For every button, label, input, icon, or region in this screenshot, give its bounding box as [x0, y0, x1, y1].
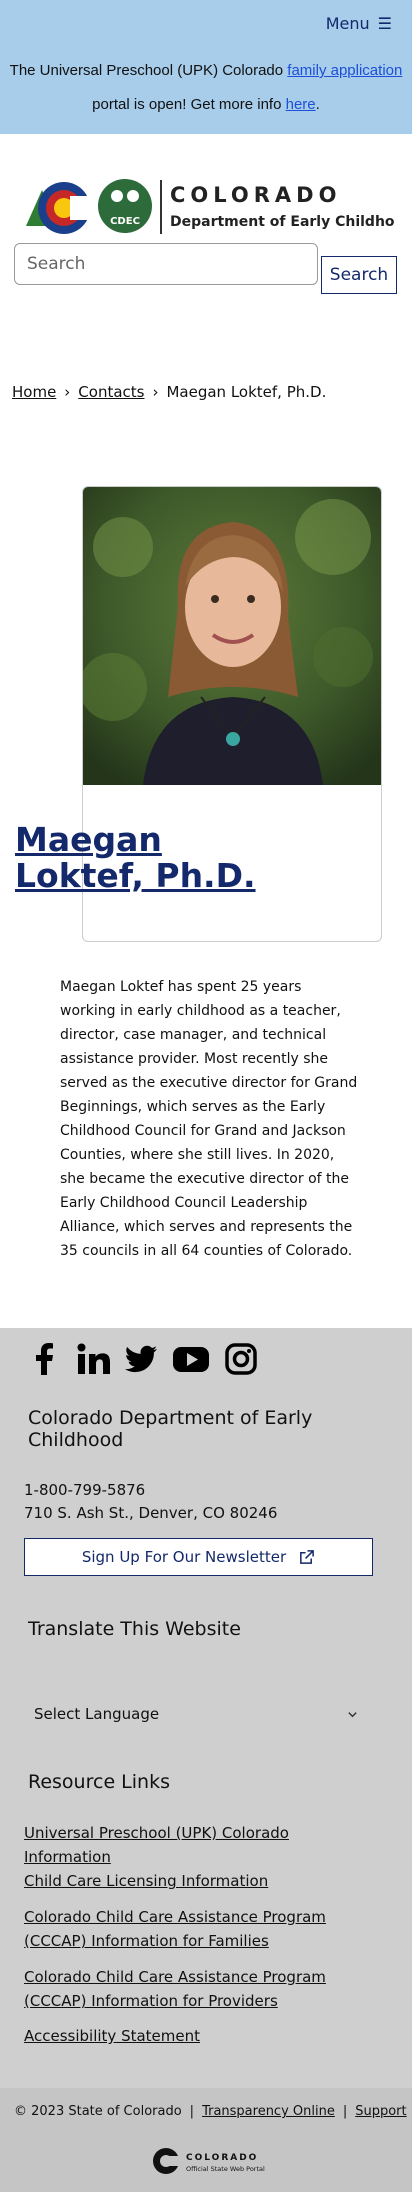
alert-text-part2: portal is open! Get more info [92, 96, 282, 113]
newsletter-label: Sign Up For Our Newsletter [81, 1548, 287, 1566]
search-placeholder: Search [27, 254, 86, 274]
social-links [28, 1342, 258, 1376]
newsletter-button[interactable]: Sign Up For Our Newsletter [24, 1538, 373, 1576]
alert-text-end: . [315, 96, 320, 113]
resource-link-cccap-providers[interactable]: Colorado Child Care Assistance Program (… [24, 1965, 374, 2013]
breadcrumb-contacts[interactable]: Contacts [78, 383, 144, 401]
family-application-link[interactable]: family application [287, 62, 402, 79]
cdec-badge-text: CDEC [110, 216, 140, 227]
breadcrumb-separator: › [64, 383, 71, 401]
footer-org-name: Colorado Department of Early Childhood [28, 1407, 313, 1451]
profile-photo [83, 487, 381, 785]
logo-divider [160, 180, 162, 234]
hamburger-icon: ☰ [377, 14, 392, 33]
alert-text: The Universal Preschool (UPK) Colorado f… [0, 54, 412, 122]
resource-link-accessibility[interactable]: Accessibility Statement [24, 2024, 374, 2048]
youtube-icon[interactable] [172, 1342, 210, 1376]
search-input[interactable]: Search [14, 243, 318, 285]
divider-pipe: | [342, 2104, 348, 2119]
resources-heading: Resource Links [28, 1771, 170, 1793]
profile-bio: Maegan Loktef has spent 25 years working… [60, 979, 358, 1259]
translate-heading: Translate This Website [28, 1618, 241, 1640]
cdec-logo[interactable]: CDEC COLORADO Department of Early Childh… [24, 176, 394, 236]
here-link[interactable]: here [286, 96, 316, 113]
profile-name-link[interactable]: Maegan Loktef, Ph.D. [15, 822, 295, 894]
instagram-icon[interactable] [224, 1342, 258, 1376]
c-mark-gap [70, 196, 90, 220]
external-link-icon [300, 1549, 315, 1564]
cdec-figure-head-2 [127, 190, 139, 202]
breadcrumb-separator: › [152, 383, 159, 401]
facebook-icon[interactable] [28, 1342, 62, 1376]
footer-phone[interactable]: 1-800-799-5876 [24, 1481, 145, 1499]
state-logo-title: COLORADO [186, 2153, 258, 2163]
footer-address: 710 S. Ash St., Denver, CO 80246 [24, 1504, 278, 1522]
search-button[interactable]: Search [321, 256, 397, 294]
resource-link-licensing[interactable]: Child Care Licensing Information [24, 1869, 374, 1893]
breadcrumb-home[interactable]: Home [12, 383, 56, 401]
language-select[interactable]: Select Language [20, 1695, 372, 1733]
breadcrumb: Home › Contacts › Maegan Loktef, Ph.D. [12, 383, 326, 401]
twitter-icon[interactable] [124, 1342, 158, 1376]
resource-link-cccap-families[interactable]: Colorado Child Care Assistance Program (… [24, 1905, 374, 1953]
copyright-line: © 2023 State of Colorado | Transparency On… [14, 2104, 407, 2119]
breadcrumb-current: Maegan Loktef, Ph.D. [166, 383, 327, 401]
cdec-figure-head-1 [111, 190, 123, 202]
logo-subtitle: Department of Early Childhood [170, 214, 394, 230]
colorado-state-logo[interactable]: COLORADO Official State Web Portal [152, 2146, 292, 2176]
resource-link-upk[interactable]: Universal Preschool (UPK) Colorado Infor… [24, 1821, 374, 1869]
menu-button[interactable]: Menu ☰ [326, 14, 392, 33]
language-select-value: Select Language [34, 1705, 160, 1723]
divider-pipe: | [189, 2104, 195, 2119]
linkedin-icon[interactable] [76, 1342, 110, 1376]
state-logo-subtitle: Official State Web Portal [186, 2165, 265, 2173]
copyright-text: © 2023 State of Colorado [14, 2104, 182, 2119]
logo-title: COLORADO [170, 183, 341, 207]
alert-text-part1: The Universal Preschool (UPK) Colorado [9, 62, 284, 79]
support-link[interactable]: Support [355, 2104, 406, 2119]
chevron-down-icon [348, 1711, 357, 1717]
transparency-link[interactable]: Transparency Online [202, 2104, 335, 2119]
menu-label: Menu [325, 14, 370, 33]
